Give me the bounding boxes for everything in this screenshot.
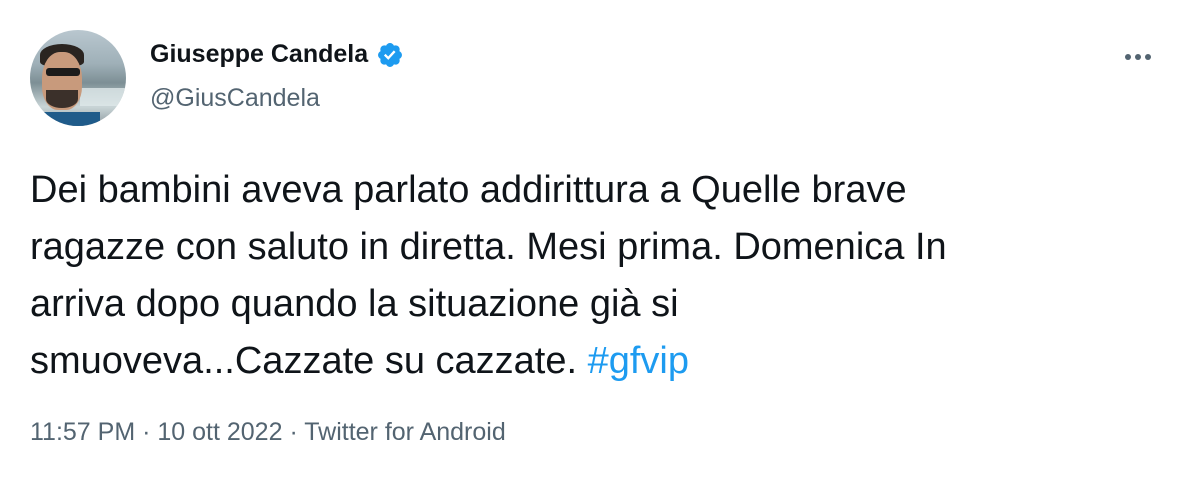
tweet-line-2: ragazze con saluto in diretta. Mesi prim… [30,226,947,268]
author-name[interactable]: Giuseppe Candela [150,40,368,69]
tweet-line-1: Dei bambini aveva parlato addirittura a … [30,169,907,211]
tweet-line-4: smuoveva...Cazzate su cazzate. [30,340,588,382]
tweet-card: Giuseppe Candela @GiusCandela Dei bambin… [0,0,1202,486]
tweet-text: Dei bambini aveva parlato addirittura a … [30,162,1170,390]
separator: · [135,418,158,446]
hashtag-link[interactable]: #gfvip [588,340,689,382]
tweet-line-3: arriva dopo quando la situazione già si [30,283,679,325]
separator: · [282,418,305,446]
dot [1135,54,1141,60]
more-options-icon[interactable] [1118,40,1158,74]
dot [1125,54,1131,60]
dot [1145,54,1151,60]
author-handle[interactable]: @GiusCandela [150,84,320,113]
tweet-meta: 11:57 PM · 10 ott 2022 · Twitter for And… [30,418,506,447]
author-name-row: Giuseppe Candela [150,40,404,69]
verified-badge-icon [378,42,403,67]
avatar-background [80,88,126,106]
tweet-source[interactable]: Twitter for Android [304,418,505,446]
avatar[interactable] [30,30,126,126]
tweet-date[interactable]: 10 ott 2022 [157,418,282,446]
avatar-glasses [46,68,80,76]
avatar-beard [46,90,78,108]
tweet-time[interactable]: 11:57 PM [30,418,135,446]
avatar-shirt [30,112,100,126]
